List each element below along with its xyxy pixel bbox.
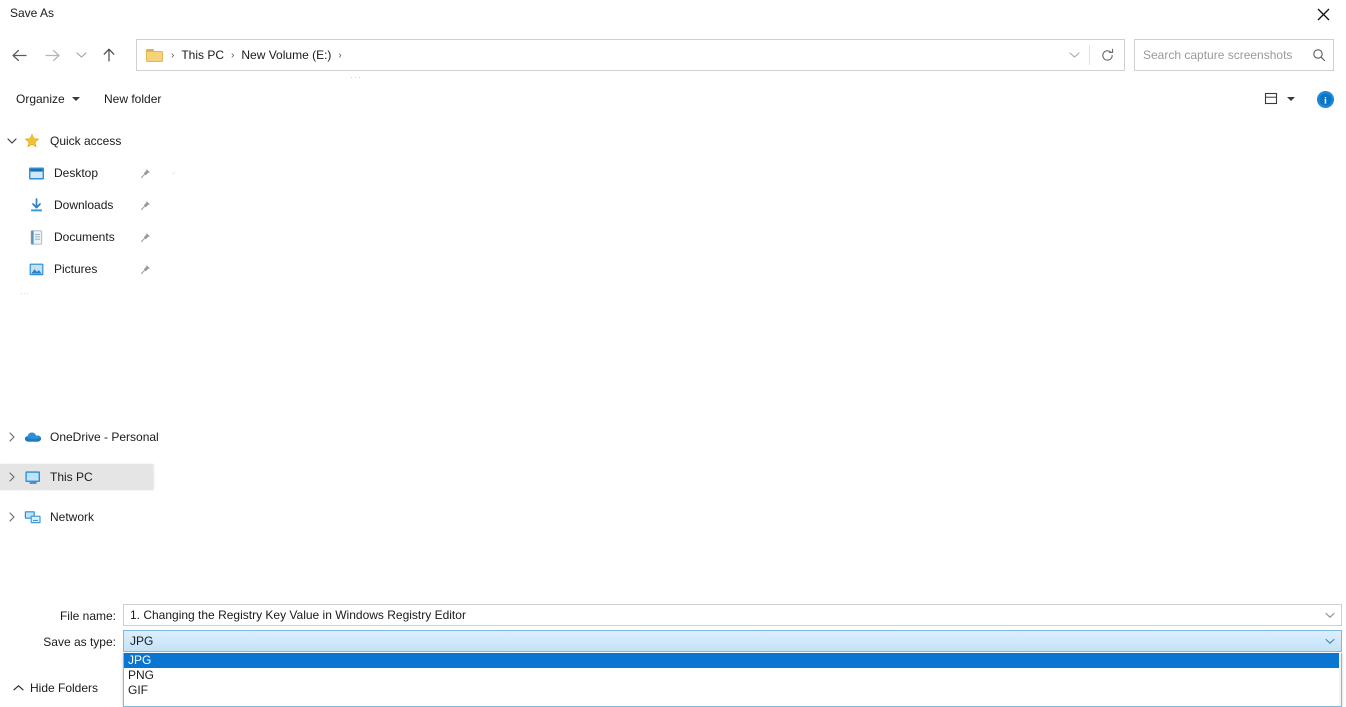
pin-icon xyxy=(140,168,151,179)
tree-item-onedrive[interactable]: OneDrive - Personal xyxy=(0,424,159,450)
close-icon xyxy=(1317,8,1330,21)
back-button[interactable] xyxy=(5,36,33,74)
network-icon xyxy=(24,508,46,526)
hide-folders-label: Hide Folders xyxy=(30,681,98,695)
chevron-down-icon xyxy=(72,97,80,101)
new-folder-button[interactable]: New folder xyxy=(98,84,167,114)
search-box[interactable]: Search capture screenshots xyxy=(1134,39,1334,71)
tree-item-network[interactable]: Network xyxy=(0,504,94,530)
save-as-type-select[interactable]: JPG xyxy=(123,630,1342,652)
save-as-type-value: JPG xyxy=(124,634,1319,648)
chevron-down-icon xyxy=(1287,97,1295,101)
documents-icon xyxy=(28,228,50,246)
tree-label: Pictures xyxy=(50,262,97,276)
search-icon xyxy=(1305,41,1333,69)
forward-button[interactable] xyxy=(38,36,66,74)
change-view-button[interactable] xyxy=(1258,86,1300,112)
tree-item-documents[interactable]: Documents xyxy=(28,224,115,250)
forward-arrow-icon xyxy=(44,48,61,63)
up-button[interactable] xyxy=(95,36,123,74)
window-title: Save As xyxy=(10,6,54,20)
tree-label: Downloads xyxy=(50,198,113,212)
decorative-artifact: ◦ xyxy=(172,168,175,178)
organize-button[interactable]: Organize xyxy=(10,84,86,114)
file-name-label: File name: xyxy=(20,609,116,623)
close-button[interactable] xyxy=(1300,0,1346,28)
pictures-icon xyxy=(28,260,50,278)
tree-item-downloads[interactable]: Downloads xyxy=(28,192,113,218)
chevron-down-icon xyxy=(1069,51,1080,59)
onedrive-cloud-icon xyxy=(24,428,46,446)
save-as-type-dropdown[interactable]: JPG PNG GIF xyxy=(123,653,1342,707)
pin-icon xyxy=(140,232,151,243)
folder-icon xyxy=(145,47,165,63)
pin-icon-pictures[interactable] xyxy=(138,256,152,282)
refresh-button[interactable] xyxy=(1090,40,1124,70)
desktop-icon xyxy=(28,164,50,182)
navigation-tree: Quick access Desktop ◦ xyxy=(0,120,1346,590)
this-pc-icon xyxy=(24,468,46,486)
organize-label: Organize xyxy=(16,92,65,106)
tree-item-this-pc[interactable]: This PC xyxy=(0,464,153,490)
chevron-down-icon xyxy=(76,51,87,59)
tree-item-desktop[interactable]: Desktop xyxy=(28,160,98,186)
refresh-icon xyxy=(1100,48,1115,63)
svg-text:i: i xyxy=(1324,96,1327,106)
tree-item-pictures[interactable]: Pictures xyxy=(28,256,97,282)
decorative-artifact: ··· xyxy=(350,72,362,82)
save-as-type-label: Save as type: xyxy=(20,635,116,649)
hide-folders-button[interactable]: Hide Folders xyxy=(10,676,98,700)
pin-icon-documents[interactable] xyxy=(138,224,152,250)
up-arrow-icon xyxy=(101,47,117,63)
chevron-down-icon[interactable] xyxy=(1319,638,1341,645)
pin-icon xyxy=(140,264,151,275)
downloads-icon xyxy=(28,196,50,214)
tree-label: OneDrive - Personal xyxy=(46,430,159,444)
address-bar[interactable]: › This PC › New Volume (E:) › xyxy=(136,39,1125,71)
file-name-value: 1. Changing the Registry Key Value in Wi… xyxy=(124,608,1319,622)
previous-locations-button[interactable] xyxy=(1059,40,1089,70)
command-bar: Organize New folder i xyxy=(0,84,1346,114)
breadcrumb-item-new-volume[interactable]: New Volume (E:) xyxy=(237,45,335,65)
pin-icon-downloads[interactable] xyxy=(138,192,152,218)
breadcrumb-separator: › xyxy=(228,50,237,61)
tree-label: Documents xyxy=(50,230,115,244)
chevron-down-icon[interactable] xyxy=(0,137,24,145)
chevron-right-icon[interactable] xyxy=(0,472,24,482)
search-input[interactable]: Search capture screenshots xyxy=(1135,48,1305,62)
command-bar-right: i xyxy=(1258,84,1338,114)
help-button[interactable]: i xyxy=(1312,86,1338,112)
chevron-right-icon[interactable] xyxy=(0,512,24,522)
new-folder-label: New folder xyxy=(104,92,161,106)
dropdown-option-png[interactable]: PNG xyxy=(124,668,1341,683)
dropdown-option-gif[interactable]: GIF xyxy=(124,683,1341,698)
chevron-right-icon[interactable] xyxy=(0,432,24,442)
tree-label: This PC xyxy=(46,470,93,484)
breadcrumb-separator: › xyxy=(168,50,177,61)
chevron-down-icon[interactable] xyxy=(1319,612,1341,619)
magnifier-glyph xyxy=(1312,48,1326,62)
recent-locations-button[interactable] xyxy=(70,36,92,74)
pin-icon xyxy=(140,200,151,211)
tree-label: Network xyxy=(46,510,94,524)
pin-icon-desktop[interactable] xyxy=(138,160,152,186)
decorative-artifact: ··· xyxy=(20,288,29,298)
chevron-up-icon xyxy=(10,684,26,692)
dropdown-option-jpg[interactable]: JPG xyxy=(124,653,1341,668)
view-layout-icon xyxy=(1263,91,1280,107)
breadcrumb-separator: › xyxy=(335,50,344,61)
tree-item-quick-access[interactable]: Quick access xyxy=(0,128,121,154)
address-bar-controls xyxy=(1059,40,1124,70)
title-bar: Save As xyxy=(0,0,1346,28)
tree-label: Quick access xyxy=(46,134,121,148)
breadcrumb-item-this-pc[interactable]: This PC xyxy=(177,45,228,65)
dropdown-scrollbar[interactable] xyxy=(1339,653,1341,706)
help-icon: i xyxy=(1316,90,1335,109)
tree-label: Desktop xyxy=(50,166,98,180)
save-as-dialog: Save As xyxy=(0,0,1346,707)
back-arrow-icon xyxy=(11,48,28,63)
star-icon xyxy=(24,132,46,150)
file-name-input[interactable]: 1. Changing the Registry Key Value in Wi… xyxy=(123,604,1342,626)
